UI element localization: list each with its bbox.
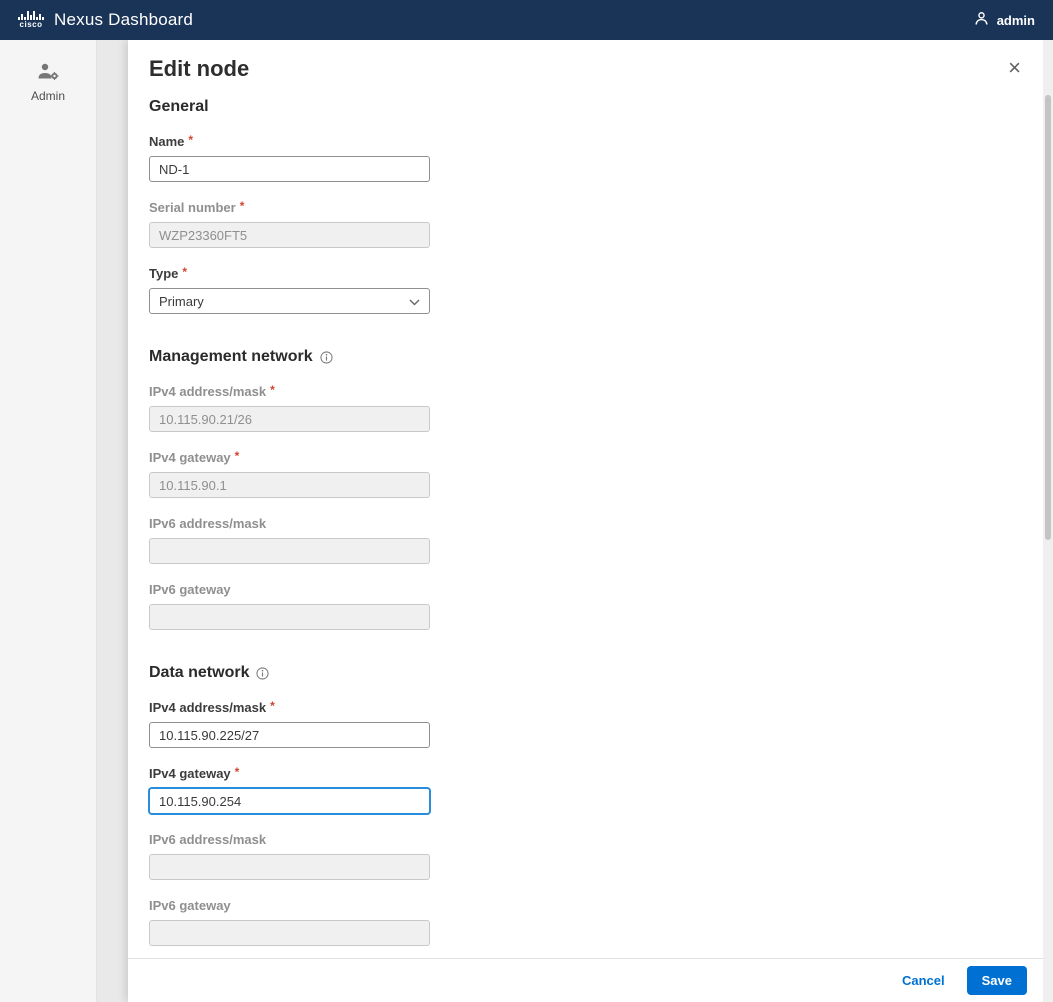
data-ipv4-gateway-input[interactable] bbox=[149, 788, 430, 814]
data-ipv4-address-label: IPv4 address/mask * bbox=[149, 698, 275, 716]
scrollbar[interactable] bbox=[1043, 40, 1053, 1002]
data-ipv4-address-input[interactable] bbox=[149, 722, 430, 748]
data-network-heading-text: Data network bbox=[149, 664, 250, 681]
mgmt-ipv6-gateway-field-group: IPv6 gateway bbox=[149, 582, 430, 630]
section-heading-general: General bbox=[149, 98, 1019, 116]
data-ipv6-gateway-label: IPv6 gateway bbox=[149, 898, 231, 913]
mgmt-ipv6-address-input bbox=[149, 538, 430, 564]
data-ipv4-gateway-label: IPv4 gateway * bbox=[149, 764, 240, 782]
mgmt-ipv6-gateway-label: IPv6 gateway bbox=[149, 582, 231, 597]
app-title: Nexus Dashboard bbox=[54, 10, 194, 29]
info-icon[interactable] bbox=[256, 666, 270, 680]
scrollbar-thumb[interactable] bbox=[1045, 95, 1051, 540]
required-asterisk: * bbox=[239, 198, 245, 213]
edit-node-dialog: Edit node × General Name* Serial number*… bbox=[128, 40, 1043, 1002]
dialog-header: Edit node × bbox=[128, 40, 1043, 92]
data-ipv6-gateway-input bbox=[149, 920, 430, 946]
data-ipv6-address-input bbox=[149, 854, 430, 880]
required-asterisk: * bbox=[182, 264, 188, 279]
dialog-title: Edit node bbox=[149, 56, 250, 81]
cancel-button[interactable]: Cancel bbox=[902, 973, 945, 988]
user-name: admin bbox=[996, 12, 1035, 28]
general-heading-text: General bbox=[149, 98, 209, 115]
mgmt-ipv4-gateway-label: IPv4 gateway * bbox=[149, 448, 240, 466]
admin-gear-person-icon bbox=[36, 62, 60, 84]
mgmt-ipv4-address-field-group: IPv4 address/mask * bbox=[149, 382, 430, 432]
required-asterisk: * bbox=[234, 448, 240, 463]
required-asterisk: * bbox=[270, 382, 275, 397]
serial-number-label: Serial number * bbox=[149, 198, 245, 216]
info-icon[interactable] bbox=[320, 350, 333, 364]
type-label: Type * bbox=[149, 264, 188, 282]
type-field-group: Type * Primary bbox=[149, 264, 430, 314]
cisco-bars-icon bbox=[18, 11, 44, 20]
chevron-down-icon bbox=[409, 294, 420, 309]
save-button[interactable]: Save bbox=[966, 966, 1027, 995]
section-heading-data-network: Data network bbox=[149, 664, 1019, 682]
mgmt-ipv4-gateway-field-group: IPv4 gateway * bbox=[149, 448, 430, 498]
sidebar-item-label: Admin bbox=[30, 89, 65, 103]
brand: cisco Nexus Dashboard bbox=[18, 10, 193, 30]
mgmt-ipv6-gateway-input bbox=[149, 604, 430, 630]
data-ipv6-gateway-field-group: IPv6 gateway bbox=[149, 898, 430, 946]
data-ipv6-address-label: IPv6 address/mask bbox=[149, 832, 267, 847]
required-asterisk: * bbox=[188, 132, 194, 147]
serial-number-input bbox=[149, 222, 430, 248]
cisco-logo-icon: cisco bbox=[18, 11, 44, 29]
type-select-value: Primary bbox=[159, 293, 204, 309]
mgmt-ipv4-gateway-input bbox=[149, 472, 430, 498]
mgmt-ipv4-address-input bbox=[149, 406, 430, 432]
dialog-body: General Name* Serial number* Type* Prima… bbox=[128, 92, 1043, 958]
serial-number-field-group: Serial number * bbox=[149, 198, 430, 248]
mgmt-ipv4-address-label: IPv4 address/mask * bbox=[149, 382, 275, 400]
user-menu[interactable]: admin bbox=[973, 10, 1035, 30]
required-asterisk: * bbox=[234, 764, 240, 779]
name-field-group: Name * bbox=[149, 132, 430, 182]
type-select[interactable]: Primary bbox=[149, 288, 430, 314]
section-heading-management-network: Management network bbox=[149, 348, 1019, 366]
data-ipv6-address-field-group: IPv6 address/mask bbox=[149, 832, 430, 880]
data-ipv4-address-field-group: IPv4 address/mask * bbox=[149, 698, 430, 748]
cisco-logo-text: cisco bbox=[19, 20, 43, 29]
data-ipv4-gateway-field-group: IPv4 gateway * bbox=[149, 764, 430, 814]
sidebar: Admin bbox=[0, 40, 97, 1002]
sidebar-item-admin[interactable]: Admin bbox=[0, 62, 96, 103]
name-input[interactable] bbox=[149, 156, 430, 182]
mgmt-ipv6-address-field-group: IPv6 address/mask bbox=[149, 516, 430, 564]
close-icon[interactable]: × bbox=[1002, 56, 1027, 80]
topbar: cisco Nexus Dashboard admin bbox=[0, 0, 1053, 40]
management-heading-text: Management network bbox=[149, 348, 313, 365]
required-asterisk: * bbox=[270, 698, 275, 713]
name-label: Name * bbox=[149, 132, 194, 150]
mgmt-ipv6-address-label: IPv6 address/mask bbox=[149, 516, 267, 531]
dialog-footer: Cancel Save bbox=[128, 958, 1043, 1002]
user-icon bbox=[973, 10, 990, 30]
